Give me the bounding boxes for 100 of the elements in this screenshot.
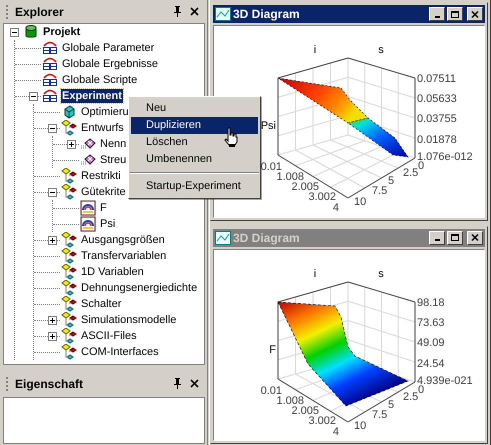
window-title: 3D Diagram — [233, 230, 301, 246]
axis-label: i — [314, 44, 316, 56]
axis-label: i — [314, 268, 316, 280]
axis-label: Psi — [260, 120, 276, 132]
tree-item[interactable]: Psi — [99, 217, 116, 231]
tick-label: 5 — [388, 398, 394, 410]
tree-item[interactable]: Globale Parameter — [61, 41, 156, 55]
tree-item[interactable]: Projekt — [42, 25, 82, 39]
tick-label: 0 — [418, 384, 424, 396]
collapse-toggle[interactable] — [10, 28, 18, 36]
tick-label: 3.002 — [308, 191, 336, 203]
tick-label: 7.5 — [372, 185, 388, 197]
hand-cursor-icon — [224, 127, 238, 147]
maximize-icon — [450, 233, 460, 242]
tree-item[interactable]: Restrikti — [80, 169, 122, 183]
menu-item[interactable]: Löschen — [131, 134, 258, 151]
close-icon[interactable] — [190, 7, 199, 16]
tree-item[interactable]: Transfervariablen — [80, 249, 168, 263]
gauge-icon — [80, 216, 96, 232]
close-icon — [470, 10, 480, 18]
tick-label: 0.01 — [260, 384, 282, 396]
tick-label: 0.03755 — [417, 113, 457, 125]
tick-label: 10 — [354, 196, 366, 208]
tree-item[interactable]: ASCII-Files — [80, 329, 138, 343]
tick-label: 1.008 — [276, 394, 304, 406]
axis-label: F — [269, 344, 276, 356]
panel-title: Explorer — [15, 4, 65, 20]
tree-item[interactable]: Globale Ergebnisse — [61, 57, 160, 71]
tick-label: 24.54 — [417, 358, 445, 370]
tick-label: 0.05633 — [417, 93, 457, 105]
axis-label: s — [378, 268, 384, 280]
maximize-icon — [450, 10, 460, 18]
tick-label: 5 — [388, 175, 394, 187]
axis-label: s — [378, 44, 384, 56]
tick-label: 2.5 — [403, 390, 418, 402]
title-bar[interactable]: 3D Diagram — [213, 5, 485, 23]
tree-item[interactable]: F — [99, 201, 108, 215]
tree-item[interactable]: Optimieru — [80, 105, 130, 119]
tick-label: 3.002 — [308, 414, 336, 426]
tree-item[interactable]: Entwurfs — [80, 121, 125, 135]
minimize-button[interactable] — [429, 7, 445, 21]
tick-label: 10 — [354, 420, 366, 432]
tick-label: 49.09 — [417, 336, 445, 348]
minimize-button[interactable] — [429, 230, 445, 244]
close-button[interactable] — [467, 230, 483, 244]
minimize-icon — [434, 239, 440, 241]
gauge-icon — [80, 200, 96, 216]
expand-toggle[interactable] — [48, 236, 56, 244]
tree-item[interactable]: Globale Scripte — [61, 73, 138, 87]
tick-label: 4.939e-021 — [417, 374, 473, 386]
tick-label: 1.008 — [276, 171, 304, 183]
arch-icon — [42, 88, 58, 104]
tree-item[interactable]: 1D Variablen — [80, 265, 145, 279]
tree-item[interactable]: Gütekrite — [80, 185, 127, 199]
maximize-button[interactable] — [447, 7, 463, 21]
expand-toggle[interactable] — [48, 332, 56, 340]
tick-label: 2.005 — [291, 181, 319, 193]
tree-item[interactable]: Streu — [99, 153, 128, 167]
expand-toggle[interactable] — [66, 140, 76, 148]
tree-item[interactable]: Experiment — [61, 89, 123, 103]
tick-label: 98.18 — [417, 296, 445, 308]
tick-label: 73.63 — [417, 316, 445, 328]
close-icon[interactable] — [190, 379, 199, 388]
collapse-toggle[interactable] — [48, 188, 56, 196]
expand-toggle[interactable] — [48, 316, 56, 324]
tree-item[interactable]: Dehnungsenergiedichte — [80, 281, 198, 295]
menu-item[interactable]: Duplizieren — [131, 117, 258, 134]
tick-label: 4 — [332, 426, 339, 438]
tick-label: 0.07511 — [417, 73, 456, 85]
maximize-button[interactable] — [447, 230, 463, 244]
pin-icon[interactable] — [173, 6, 182, 17]
window-title: 3D Diagram — [233, 6, 301, 23]
tree-item[interactable]: Simulationsmodelle — [80, 313, 178, 327]
collapse-toggle[interactable] — [48, 124, 56, 132]
arch-icon — [42, 56, 58, 72]
tree-item[interactable]: COM-Interfaces — [80, 345, 160, 359]
panel-title: Eigenschaft — [15, 376, 84, 392]
tree-item[interactable]: Ausgangsgrößen — [80, 233, 166, 247]
collapse-toggle[interactable] — [28, 92, 38, 100]
close-button[interactable] — [467, 7, 483, 21]
tick-label: 7.5 — [372, 408, 388, 420]
tick-label: 0 — [418, 160, 424, 172]
menu-item[interactable]: Umbenennen — [131, 151, 258, 168]
menu-item[interactable]: Startup-Experiment — [131, 178, 258, 195]
chart-icon — [215, 230, 231, 244]
close-icon — [470, 233, 480, 242]
tick-label: 1.076e-012 — [417, 151, 473, 163]
tree-item[interactable]: Schalter — [80, 297, 122, 311]
minimize-icon — [434, 16, 440, 18]
tick-label: 0.01 — [260, 161, 282, 173]
chart-icon — [215, 7, 231, 21]
arch-icon — [42, 72, 58, 88]
arch-icon — [42, 40, 58, 56]
tick-label: 2.5 — [403, 167, 418, 179]
menu-item[interactable]: Neu — [131, 100, 258, 117]
tree-item[interactable]: Nenn — [99, 137, 128, 151]
tick-label: 0.01878 — [417, 134, 457, 146]
tick-label: 4 — [332, 202, 339, 214]
tick-label: 2.005 — [291, 404, 319, 416]
pin-icon[interactable] — [173, 378, 182, 389]
